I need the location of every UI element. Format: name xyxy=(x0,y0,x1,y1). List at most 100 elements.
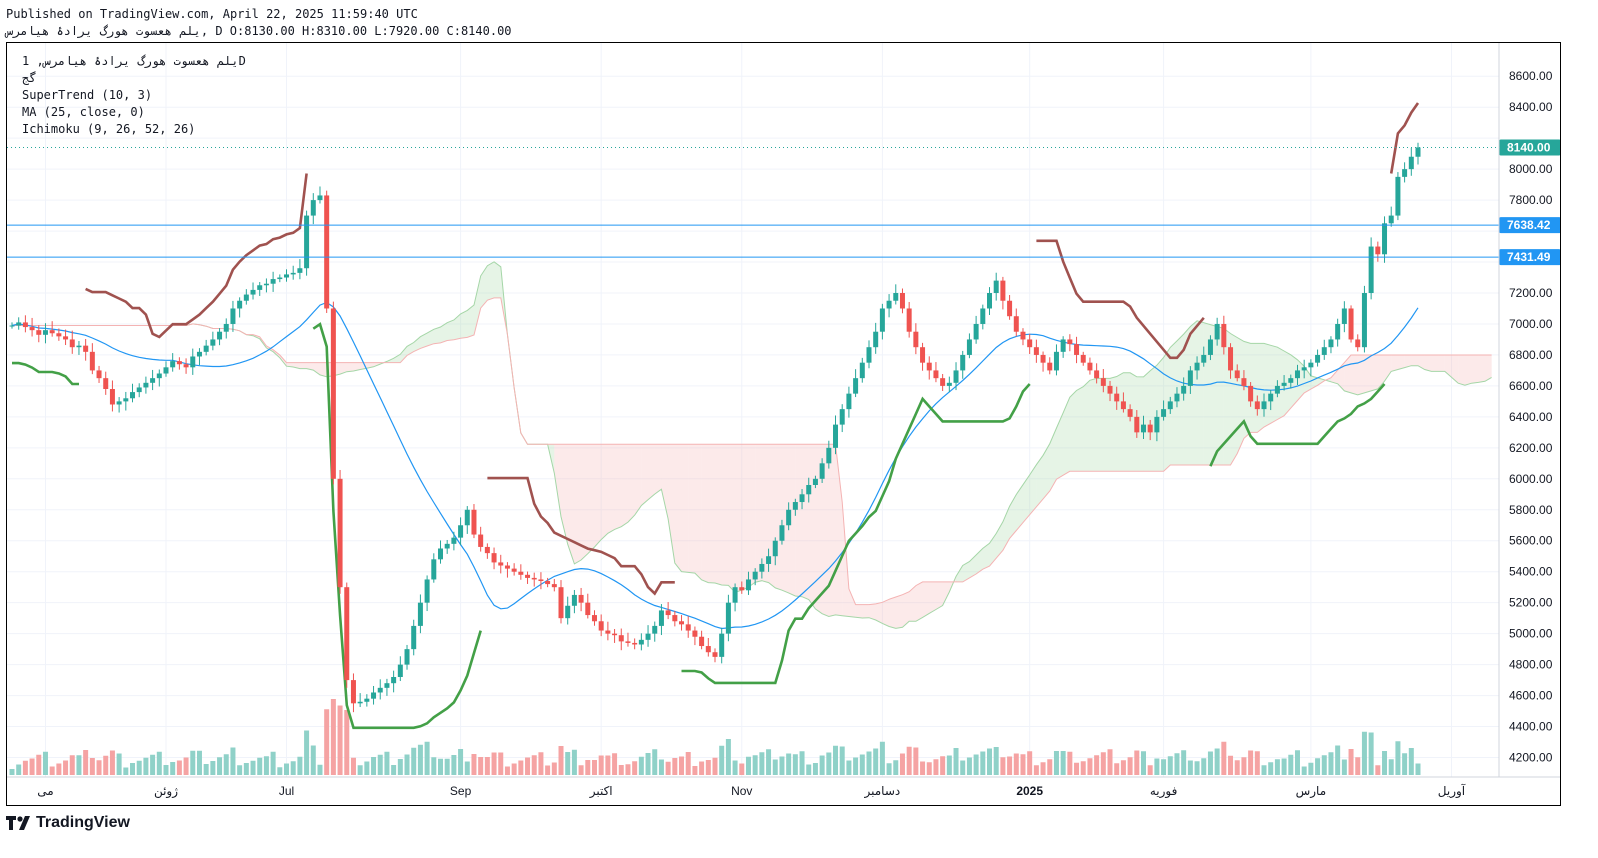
candle-body[interactable] xyxy=(1402,169,1408,177)
candle-body[interactable] xyxy=(1274,385,1280,394)
candle-body[interactable] xyxy=(76,345,82,348)
candle-body[interactable] xyxy=(1268,393,1274,402)
candle-body[interactable] xyxy=(625,641,631,643)
candle-body[interactable] xyxy=(605,630,611,634)
candle-body[interactable] xyxy=(230,308,236,324)
candle-body[interactable] xyxy=(1074,344,1080,355)
candle-body[interactable] xyxy=(525,574,531,578)
candle-body[interactable] xyxy=(1361,293,1367,348)
candle-body[interactable] xyxy=(183,364,189,368)
candle-body[interactable] xyxy=(36,330,42,335)
candle-body[interactable] xyxy=(933,370,939,379)
candle-body[interactable] xyxy=(471,509,477,535)
candle-body[interactable] xyxy=(1127,409,1133,417)
candle-body[interactable] xyxy=(591,615,597,622)
candle-body[interactable] xyxy=(598,621,604,631)
candle-body[interactable] xyxy=(1308,362,1314,368)
candle-body[interactable] xyxy=(1194,362,1200,371)
candle-body[interactable] xyxy=(571,594,577,606)
candle-body[interactable] xyxy=(190,356,196,368)
candle-body[interactable] xyxy=(732,587,738,603)
candle-body[interactable] xyxy=(63,336,69,340)
candle-body[interactable] xyxy=(906,308,912,332)
candle-body[interactable] xyxy=(1094,370,1100,379)
candle-body[interactable] xyxy=(56,333,62,337)
candle-body[interactable] xyxy=(324,195,330,309)
candle-body[interactable] xyxy=(1147,424,1153,433)
candle-body[interactable] xyxy=(1040,354,1046,363)
candle-body[interactable] xyxy=(1107,385,1113,394)
candle-body[interactable] xyxy=(1348,308,1354,340)
candle-body[interactable] xyxy=(1140,424,1146,433)
candle-body[interactable] xyxy=(478,534,484,547)
candle-body[interactable] xyxy=(176,361,182,365)
candle-body[interactable] xyxy=(679,621,685,625)
candle-body[interactable] xyxy=(658,610,664,626)
candle-body[interactable] xyxy=(424,579,430,603)
candle-body[interactable] xyxy=(739,587,745,591)
candle-body[interactable] xyxy=(1288,378,1294,383)
legend-ma[interactable]: MA (25, close, 0) xyxy=(22,105,145,119)
candle-body[interactable] xyxy=(1181,385,1187,394)
candle-body[interactable] xyxy=(431,559,437,580)
candle-body[interactable] xyxy=(953,370,959,383)
candle-body[interactable] xyxy=(1382,223,1388,255)
candle-body[interactable] xyxy=(699,636,705,647)
candle-body[interactable] xyxy=(1087,362,1093,371)
legend-ichimoku[interactable]: Ichimoku (9, 26, 52, 26) xyxy=(22,122,195,136)
candle-body[interactable] xyxy=(833,424,839,448)
candle-body[interactable] xyxy=(946,382,952,386)
candle-body[interactable] xyxy=(377,687,383,693)
candle-body[interactable] xyxy=(926,362,932,371)
candle-body[interactable] xyxy=(786,509,792,526)
candle-body[interactable] xyxy=(638,639,644,645)
candle-body[interactable] xyxy=(826,447,832,464)
candle-body[interactable] xyxy=(920,347,926,363)
candle-body[interactable] xyxy=(163,367,169,374)
candle-body[interactable] xyxy=(384,683,390,688)
candle-body[interactable] xyxy=(993,280,999,293)
candle-body[interactable] xyxy=(69,339,75,348)
candle-body[interactable] xyxy=(612,633,618,636)
candle-body[interactable] xyxy=(899,293,905,309)
candle-body[interactable] xyxy=(1207,339,1213,355)
candle-body[interactable] xyxy=(966,339,972,355)
candle-body[interactable] xyxy=(16,322,22,326)
candle-body[interactable] xyxy=(96,370,102,379)
candle-body[interactable] xyxy=(1388,215,1394,224)
candle-body[interactable] xyxy=(1060,339,1066,352)
candle-body[interactable] xyxy=(89,351,95,371)
candle-body[interactable] xyxy=(1355,339,1361,348)
candle-body[interactable] xyxy=(330,308,336,479)
candle-body[interactable] xyxy=(1321,347,1327,355)
candle-body[interactable] xyxy=(551,584,557,588)
candle-body[interactable] xyxy=(1368,246,1374,293)
candle-body[interactable] xyxy=(1408,156,1414,170)
candle-body[interactable] xyxy=(1221,323,1227,348)
candle-body[interactable] xyxy=(237,300,243,309)
candle-body[interactable] xyxy=(752,571,758,580)
candle-body[interactable] xyxy=(585,602,591,616)
candle-body[interactable] xyxy=(458,525,464,538)
candle-body[interactable] xyxy=(712,652,718,657)
candle-body[interactable] xyxy=(504,565,510,569)
candle-body[interactable] xyxy=(109,389,115,405)
candle-body[interactable] xyxy=(1020,331,1026,340)
candle-body[interactable] xyxy=(223,323,229,332)
candle-body[interactable] xyxy=(866,347,872,363)
candle-body[interactable] xyxy=(170,361,176,368)
candle-body[interactable] xyxy=(217,331,223,340)
candle-body[interactable] xyxy=(1013,316,1019,332)
candle-body[interactable] xyxy=(973,323,979,340)
candle-body[interactable] xyxy=(558,587,564,619)
candle-body[interactable] xyxy=(310,200,316,216)
candle-body[interactable] xyxy=(873,331,879,348)
candle-body[interactable] xyxy=(545,581,551,585)
candle-body[interactable] xyxy=(1100,378,1106,386)
candle-body[interactable] xyxy=(42,330,48,335)
candle-body[interactable] xyxy=(779,525,785,541)
candle-body[interactable] xyxy=(49,330,55,334)
candle-body[interactable] xyxy=(1315,354,1321,363)
candle-body[interactable] xyxy=(464,509,470,526)
candle-body[interactable] xyxy=(645,633,651,640)
